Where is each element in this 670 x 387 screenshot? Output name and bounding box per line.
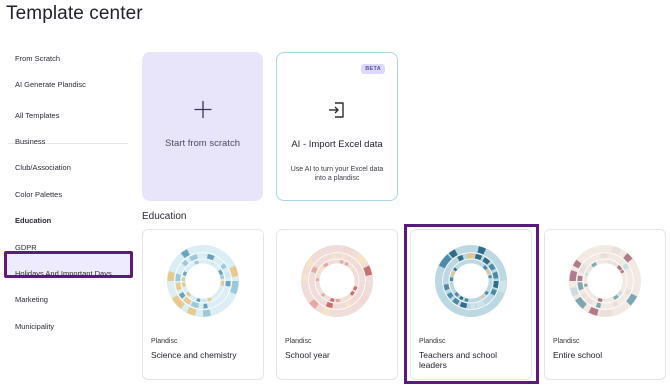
wheel-segment: [181, 277, 186, 281]
wheel-segment: [599, 309, 613, 317]
wheel-segment: [203, 309, 211, 317]
template-name: School year: [285, 350, 330, 360]
sidebar-item-ai-generate[interactable]: AI Generate Plandisc: [15, 80, 86, 89]
sidebar-item-color-palettes[interactable]: Color Palettes: [15, 190, 62, 199]
wheel-segment: [167, 271, 175, 281]
wheel-segment: [220, 281, 225, 286]
sidebar-item-municipality[interactable]: Municipality: [15, 322, 54, 331]
wheel-segment: [315, 278, 320, 281]
beta-badge: BETA: [361, 64, 385, 74]
sidebar-item-holidays[interactable]: Holidays And Important Days: [15, 269, 112, 278]
sidebar-item-marketing[interactable]: Marketing: [15, 295, 48, 304]
wheel-segment: [175, 273, 182, 281]
sidebar-item-business[interactable]: Business: [15, 137, 45, 146]
section-title: Education: [142, 211, 187, 222]
sidebar-item-from-scratch[interactable]: From Scratch: [15, 54, 60, 63]
template-card[interactable]: Plandisc School year: [276, 229, 398, 380]
page-title: Template center: [6, 3, 143, 24]
sidebar-item-education[interactable]: Education: [15, 216, 51, 225]
start-from-scratch-label: Start from scratch: [165, 138, 240, 149]
wheel-segment: [600, 253, 608, 259]
wheel-center: [321, 265, 353, 297]
selected-template-highlight: [404, 224, 539, 384]
ai-import-excel-card[interactable]: BETA AI - Import Excel data Use AI to tu…: [276, 52, 398, 201]
template-brand: Plandisc: [151, 338, 178, 345]
wheel-segment: [335, 298, 341, 303]
wheel-segment: [202, 298, 207, 303]
template-brand: Plandisc: [553, 338, 580, 345]
plus-icon: [193, 100, 212, 119]
ai-import-title: AI - Import Excel data: [291, 139, 383, 150]
sidebar-item-all-templates[interactable]: All Templates: [15, 111, 59, 120]
wheel-segment: [301, 273, 309, 281]
plandisc-wheel-thumbnail: [569, 244, 641, 317]
ai-import-description: Use AI to turn your Excel data into a pl…: [290, 166, 384, 182]
template-card[interactable]: Plandisc Entire school: [544, 229, 666, 380]
wheel-segment: [225, 281, 231, 287]
start-from-scratch-card[interactable]: Start from scratch: [142, 52, 263, 201]
sidebar-item-club-association[interactable]: Club/Association: [15, 163, 71, 172]
wheel-center: [187, 265, 219, 297]
wheel-segment: [577, 275, 583, 281]
template-name: Science and chemistry: [151, 350, 237, 360]
plandisc-wheel-thumbnail: [301, 244, 373, 317]
plandisc-wheel-thumbnail: [167, 244, 239, 317]
wheel-center: [589, 265, 621, 297]
template-card[interactable]: Plandisc Science and chemistry: [142, 229, 264, 380]
sidebar-item-gdpr[interactable]: GDPR: [15, 243, 37, 252]
template-brand: Plandisc: [285, 338, 312, 345]
template-name: Entire school: [553, 350, 603, 360]
import-icon: [329, 102, 344, 118]
